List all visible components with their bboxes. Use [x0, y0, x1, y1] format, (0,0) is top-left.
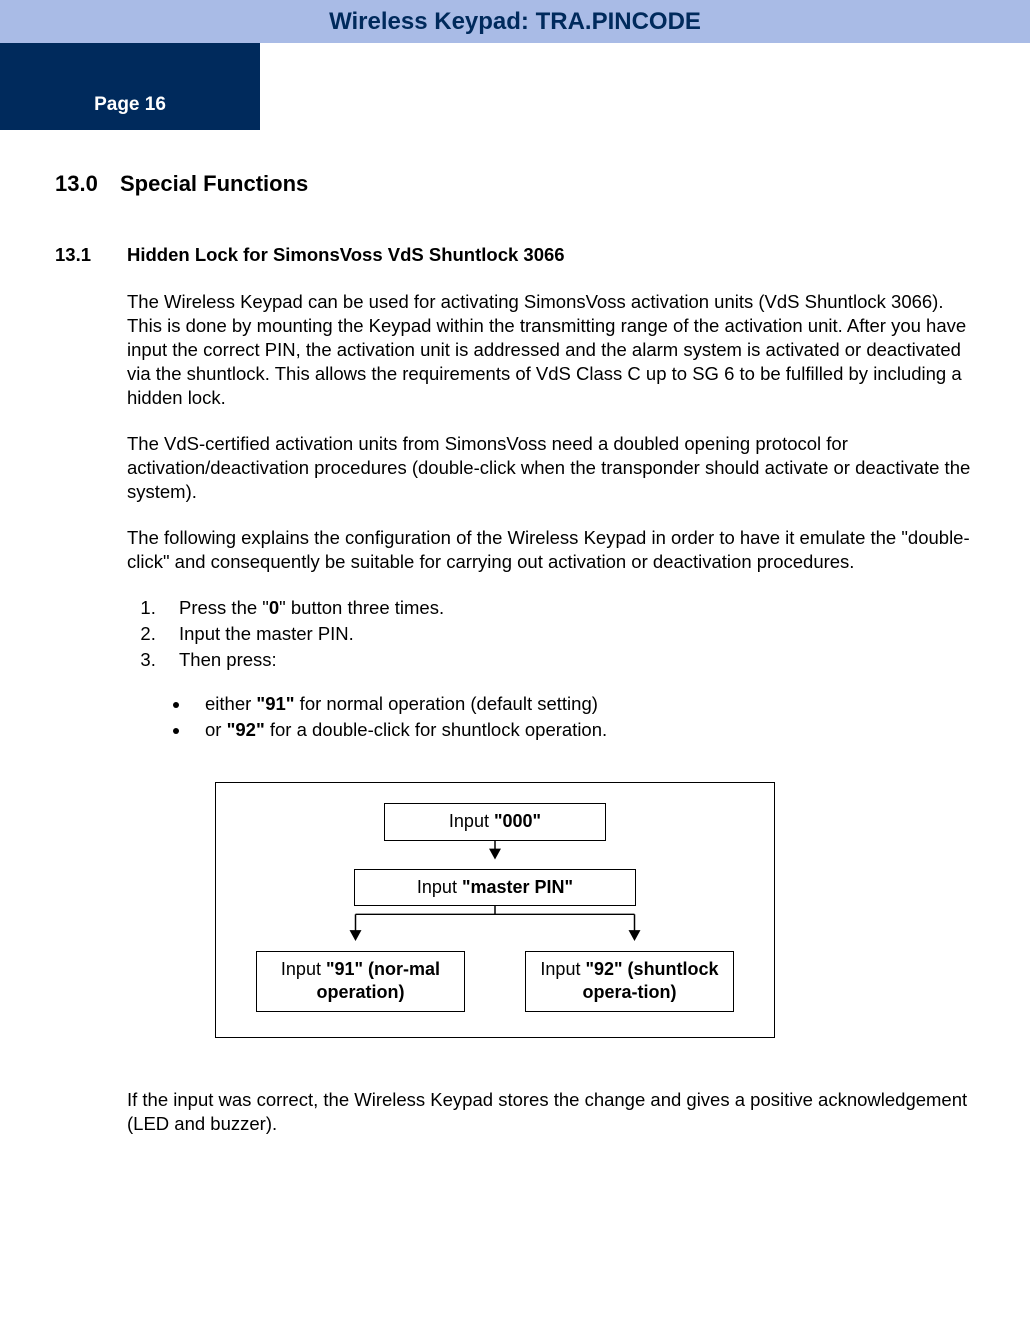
paragraph: If the input was correct, the Wireless K… [127, 1088, 975, 1136]
ordered-steps: Press the "0" button three times. Input … [127, 596, 975, 672]
step-item: Then press: [161, 648, 975, 672]
step-item: Input the master PIN. [161, 622, 975, 646]
paragraph: The Wireless Keypad can be used for acti… [127, 290, 975, 410]
diagram-node-91: Input "91" (nor-mal operation) [256, 951, 465, 1012]
step-item: Press the "0" button three times. [161, 596, 975, 620]
diagram-node-input-000: Input "000" [384, 803, 606, 840]
section-number: 13.0 [55, 170, 120, 199]
subsection-heading: 13.1Hidden Lock for SimonsVoss VdS Shunt… [55, 243, 975, 267]
page-content: 13.0Special Functions 13.1Hidden Lock fo… [0, 130, 1030, 1188]
bullet-list: either "91" for normal operation (defaul… [161, 692, 975, 742]
paragraph: The following explains the configuration… [127, 526, 975, 574]
header-spacer [0, 43, 260, 81]
diagram-node-92: Input "92" (shuntlock opera-tion) [525, 951, 734, 1012]
page-number-badge: Page 16 [0, 81, 260, 130]
bullet-item: or "92" for a double-click for shuntlock… [191, 718, 975, 742]
section-title: Special Functions [120, 171, 308, 196]
paragraph: The VdS-certified activation units from … [127, 432, 975, 504]
bullet-item: either "91" for normal operation (defaul… [191, 692, 975, 716]
diagram-node-master-pin: Input "master PIN" [354, 869, 636, 906]
subsection-number: 13.1 [55, 243, 127, 267]
document-title: Wireless Keypad: TRA.PINCODE [0, 0, 1030, 43]
section-heading: 13.0Special Functions [55, 170, 975, 199]
flow-diagram: Input "000" Input "master PIN" Input "91… [215, 782, 775, 1038]
subsection-title: Hidden Lock for SimonsVoss VdS Shuntlock… [127, 244, 565, 265]
